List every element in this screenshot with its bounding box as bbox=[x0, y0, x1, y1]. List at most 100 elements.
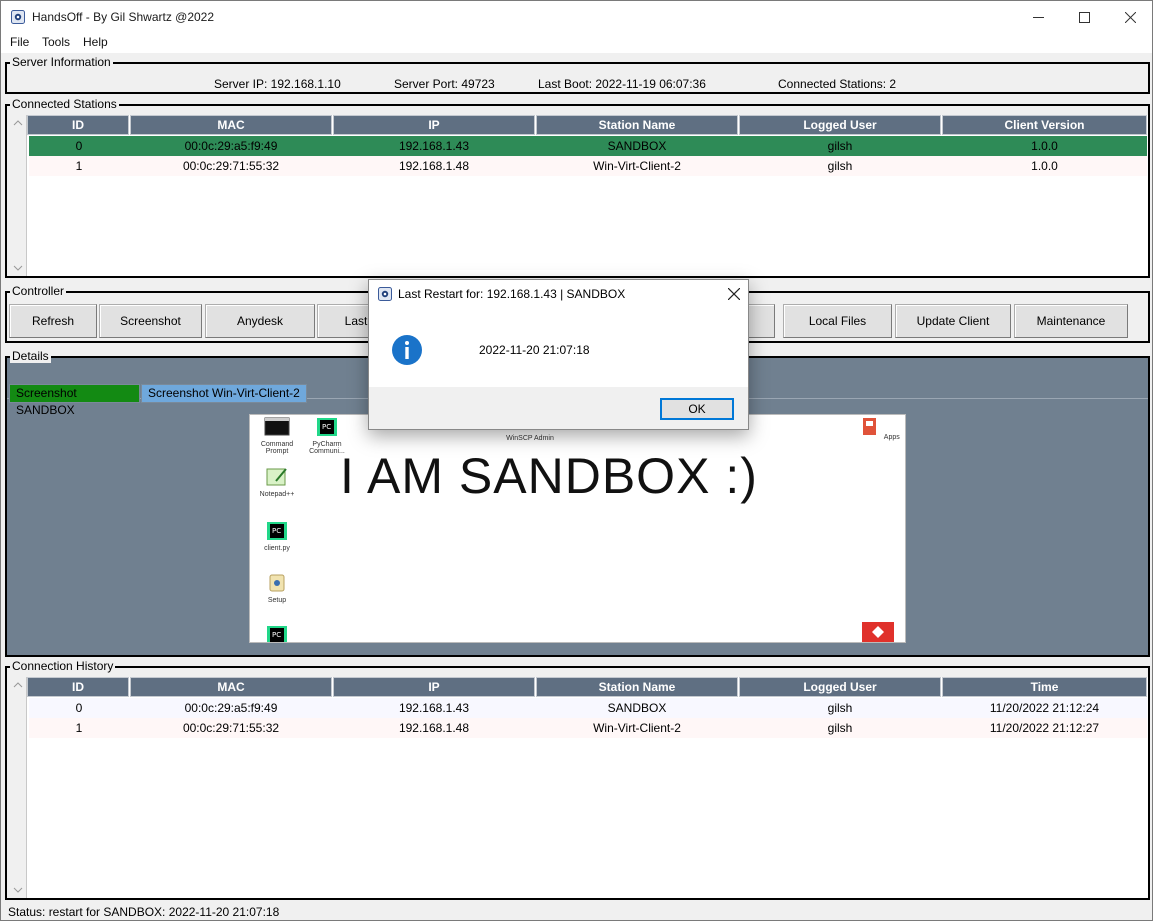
menu-help[interactable]: Help bbox=[83, 35, 108, 49]
cell-station-name: SANDBOX bbox=[607, 139, 667, 153]
close-button[interactable] bbox=[1107, 1, 1152, 33]
server-port: Server Port: 49723 bbox=[394, 77, 495, 91]
col-header-logged-user[interactable]: Logged User bbox=[739, 115, 941, 135]
cell-time: 11/20/2022 21:12:27 bbox=[989, 721, 1100, 735]
server-info-group: Server Information Server IP: 192.168.1.… bbox=[5, 55, 1150, 94]
connected-stations-group: Connected Stations ID MAC IP Station Nam… bbox=[5, 97, 1150, 278]
cell-station-name: Win-Virt-Client-2 bbox=[593, 159, 681, 173]
cell-ip: 192.168.1.43 bbox=[398, 139, 470, 153]
cell-mac: 00:0c:29:a5:f9:49 bbox=[184, 701, 278, 715]
scroll-down-icon bbox=[13, 265, 23, 271]
ok-button[interactable]: OK bbox=[660, 398, 734, 420]
anydesk-icon bbox=[862, 622, 894, 642]
menu-tools[interactable]: Tools bbox=[42, 35, 70, 49]
pycharm-icon: PC bbox=[317, 418, 337, 436]
table-row[interactable]: 1 00:0c:29:71:55:32 192.168.1.48 Win-Vir… bbox=[29, 718, 1147, 738]
desktop-icon-command-prompt: Command Prompt bbox=[254, 417, 300, 455]
tab-screenshot-sandbox[interactable]: Screenshot SANDBOX bbox=[9, 384, 140, 417]
connected-stations-count: Connected Stations: 2 bbox=[778, 77, 897, 91]
minimize-button[interactable] bbox=[1015, 1, 1061, 33]
scroll-down-icon bbox=[13, 887, 23, 893]
cell-logged-user: gilsh bbox=[827, 139, 853, 153]
status-bar: Status: restart for SANDBOX: 2022-11-20 … bbox=[1, 902, 1152, 920]
desktop-icon-client-py: PC client.py bbox=[254, 521, 300, 552]
table-row[interactable]: 1 00:0c:29:71:55:32 192.168.1.48 Win-Vir… bbox=[29, 156, 1147, 176]
connection-history-legend: Connection History bbox=[10, 659, 116, 673]
stations-scrollbar[interactable] bbox=[9, 115, 27, 276]
terminal-icon bbox=[264, 417, 290, 436]
screenshot-button[interactable]: Screenshot bbox=[99, 304, 202, 338]
details-legend: Details bbox=[10, 349, 51, 363]
cell-time: 11/20/2022 21:12:24 bbox=[989, 701, 1100, 715]
maximize-button[interactable] bbox=[1061, 1, 1107, 33]
apps-icon bbox=[863, 418, 877, 435]
maintenance-button[interactable]: Maintenance bbox=[1014, 304, 1128, 338]
desktop-icon-winscp: WinSCP Admin bbox=[506, 435, 554, 442]
cell-station-name: Win-Virt-Client-2 bbox=[593, 721, 681, 735]
dialog-title: Last Restart for: 192.168.1.43 | SANDBOX bbox=[398, 287, 626, 301]
cell-id: 0 bbox=[75, 701, 83, 715]
cell-logged-user: gilsh bbox=[827, 159, 853, 173]
history-table: ID MAC IP Station Name Logged User Time … bbox=[9, 677, 1148, 898]
controller-legend: Controller bbox=[10, 284, 67, 298]
dialog-close-button[interactable] bbox=[719, 280, 749, 308]
col-header-mac[interactable]: MAC bbox=[130, 677, 332, 697]
minimize-icon bbox=[1032, 16, 1044, 18]
last-boot: Last Boot: 2022-11-19 06:07:36 bbox=[538, 77, 706, 91]
local-files-button[interactable]: Local Files bbox=[783, 304, 892, 338]
col-header-station-name[interactable]: Station Name bbox=[536, 677, 738, 697]
desktop-icon-notepadpp: Notepad++ bbox=[254, 467, 300, 498]
svg-text:PC: PC bbox=[272, 631, 281, 639]
anydesk-button[interactable]: Anydesk bbox=[205, 304, 315, 338]
menu-file[interactable]: File bbox=[10, 35, 29, 49]
desktop-icon-setup: Setup bbox=[254, 573, 300, 604]
info-icon bbox=[392, 335, 422, 365]
update-client-button[interactable]: Update Client bbox=[895, 304, 1011, 338]
col-header-id[interactable]: ID bbox=[27, 115, 129, 135]
col-header-time[interactable]: Time bbox=[942, 677, 1147, 697]
col-header-ip[interactable]: IP bbox=[333, 677, 535, 697]
connected-stations-legend: Connected Stations bbox=[10, 97, 119, 111]
cell-mac: 00:0c:29:a5:f9:49 bbox=[184, 139, 278, 153]
col-header-logged-user[interactable]: Logged User bbox=[739, 677, 941, 697]
col-header-client-version[interactable]: Client Version bbox=[942, 115, 1147, 135]
table-row[interactable]: 0 00:0c:29:a5:f9:49 192.168.1.43 SANDBOX… bbox=[29, 136, 1147, 156]
scroll-up-icon bbox=[13, 682, 23, 688]
close-icon bbox=[1124, 11, 1136, 23]
cell-ip: 192.168.1.48 bbox=[398, 159, 470, 173]
cell-client-version: 1.0.0 bbox=[1031, 159, 1058, 173]
col-header-mac[interactable]: MAC bbox=[130, 115, 332, 135]
cell-logged-user: gilsh bbox=[827, 701, 853, 715]
screenshot-image: Command Prompt PC PyCharm Communi... Win… bbox=[249, 414, 906, 643]
col-header-station-name[interactable]: Station Name bbox=[536, 115, 738, 135]
pycharm-icon: PC bbox=[267, 626, 287, 642]
history-scrollbar[interactable] bbox=[9, 677, 27, 898]
app-icon bbox=[11, 10, 25, 24]
hidden-button[interactable] bbox=[747, 304, 775, 338]
notepadpp-icon bbox=[266, 468, 287, 486]
table-row[interactable]: 0 00:0c:29:a5:f9:49 192.168.1.43 SANDBOX… bbox=[29, 698, 1147, 718]
col-header-ip[interactable]: IP bbox=[333, 115, 535, 135]
status-text: Status: restart for SANDBOX: 2022-11-20 … bbox=[8, 905, 280, 919]
stations-table: ID MAC IP Station Name Logged User Clien… bbox=[9, 115, 1148, 276]
last-restart-dialog: Last Restart for: 192.168.1.43 | SANDBOX… bbox=[368, 279, 749, 430]
cell-logged-user: gilsh bbox=[827, 721, 853, 735]
desktop-icon-apps: Apps bbox=[855, 417, 901, 441]
svg-text:PC: PC bbox=[272, 527, 281, 535]
desktop-icon-pycharm-2: PC bbox=[254, 625, 300, 642]
tab-screenshot-win-virt-client-2[interactable]: Screenshot Win-Virt-Client-2 bbox=[141, 384, 307, 403]
refresh-button[interactable]: Refresh bbox=[9, 304, 97, 338]
cell-id: 0 bbox=[75, 139, 83, 153]
server-ip: Server IP: 192.168.1.10 bbox=[214, 77, 341, 91]
screenshot-headline: I AM SANDBOX :) bbox=[340, 448, 758, 504]
dialog-message: 2022-11-20 21:07:18 bbox=[479, 343, 590, 357]
scroll-up-icon bbox=[13, 120, 23, 126]
cell-mac: 00:0c:29:71:55:32 bbox=[182, 721, 280, 735]
col-header-id[interactable]: ID bbox=[27, 677, 129, 697]
cell-station-name: SANDBOX bbox=[607, 701, 667, 715]
connection-history-group: Connection History ID MAC IP Station Nam… bbox=[5, 659, 1150, 900]
cell-id: 1 bbox=[75, 721, 83, 735]
close-icon bbox=[728, 288, 740, 300]
app-window: HandsOff - By Gil Shwartz @2022 File Too… bbox=[0, 0, 1153, 921]
cell-ip: 192.168.1.43 bbox=[398, 701, 470, 715]
